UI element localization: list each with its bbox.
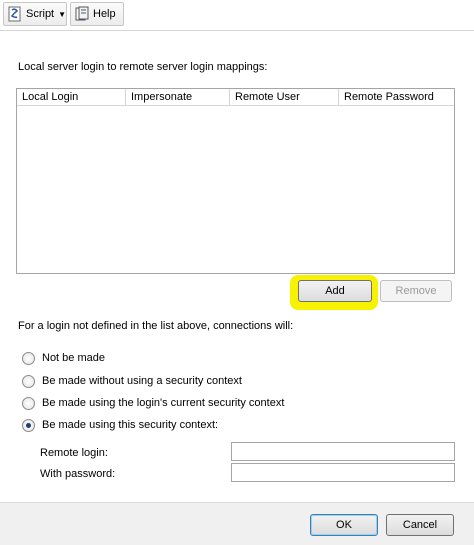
option-label: Be made without using a security context bbox=[42, 375, 242, 387]
option-this-security-context[interactable]: Be made using this security context: bbox=[22, 417, 218, 433]
radio-button-checked[interactable] bbox=[22, 418, 35, 432]
chevron-down-icon[interactable]: ▼ bbox=[58, 10, 66, 19]
radio-button[interactable] bbox=[22, 351, 35, 365]
script-label: Script bbox=[26, 8, 55, 20]
radio-button[interactable] bbox=[22, 374, 35, 388]
help-button[interactable]: Help bbox=[70, 2, 124, 26]
remote-login-input[interactable] bbox=[231, 442, 455, 461]
cancel-button[interactable]: Cancel bbox=[386, 514, 454, 536]
dialog-footer: OK Cancel bbox=[0, 502, 474, 545]
radio-button[interactable] bbox=[22, 396, 35, 410]
with-password-label: With password: bbox=[40, 468, 116, 480]
login-mappings-list[interactable]: Local Login Impersonate Remote User Remo… bbox=[16, 88, 455, 274]
option-label: Be made using the login's current securi… bbox=[42, 397, 285, 409]
column-header-remote-password[interactable]: Remote Password bbox=[339, 89, 454, 105]
column-header-local-login[interactable]: Local Login bbox=[17, 89, 126, 105]
option-label: Not be made bbox=[42, 352, 105, 364]
with-password-input[interactable] bbox=[231, 463, 455, 482]
option-without-security-context[interactable]: Be made without using a security context bbox=[22, 373, 242, 389]
mappings-section-label: Local server login to remote server logi… bbox=[18, 61, 268, 73]
option-login-current-context[interactable]: Be made using the login's current securi… bbox=[22, 395, 284, 411]
add-button[interactable]: Add bbox=[298, 280, 372, 302]
column-header-remote-user[interactable]: Remote User bbox=[230, 89, 339, 105]
toolbar: Script ▼ Help bbox=[0, 0, 474, 30]
ok-button[interactable]: OK bbox=[310, 514, 378, 536]
connections-section-label: For a login not defined in the list abov… bbox=[18, 320, 294, 332]
option-not-be-made[interactable]: Not be made bbox=[22, 350, 105, 366]
script-icon bbox=[7, 6, 23, 22]
script-button[interactable]: Script ▼ bbox=[3, 2, 67, 26]
list-header: Local Login Impersonate Remote User Remo… bbox=[17, 89, 454, 106]
remove-button[interactable]: Remove bbox=[380, 280, 452, 302]
help-label: Help bbox=[93, 8, 116, 20]
column-header-impersonate[interactable]: Impersonate bbox=[126, 89, 230, 105]
option-label: Be made using this security context: bbox=[42, 419, 219, 431]
help-book-icon bbox=[74, 6, 90, 22]
remote-login-label: Remote login: bbox=[40, 447, 108, 459]
